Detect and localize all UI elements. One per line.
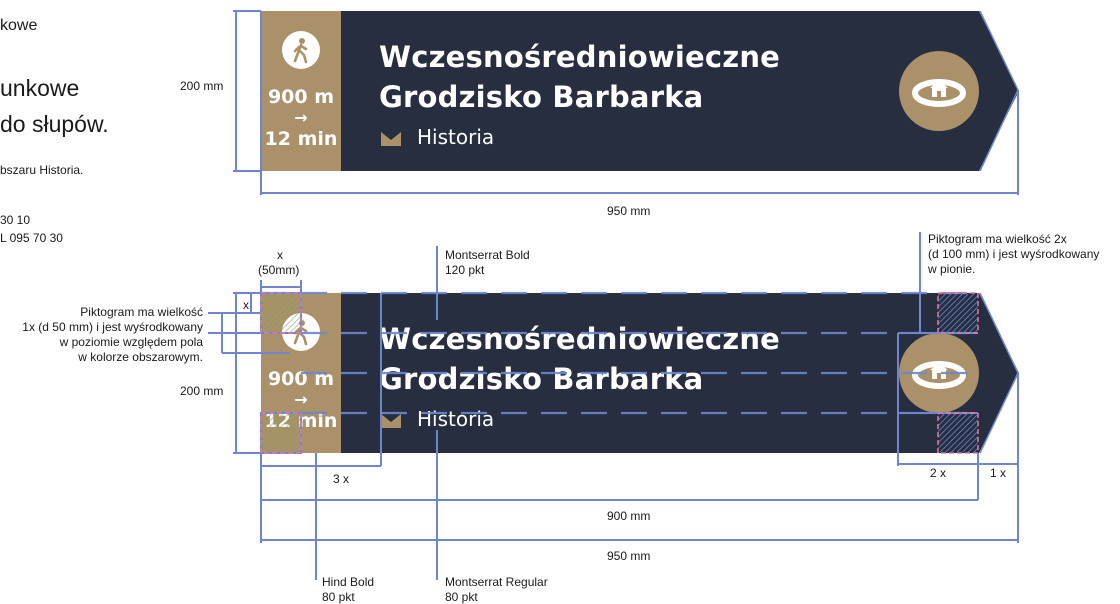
pict-small-note-1: Piktogram ma wielkość	[80, 305, 203, 319]
font-dist-size: 80 pkt	[322, 590, 355, 604]
font-title-size: 120 pkt	[445, 263, 485, 277]
height-label-bottom: 200 mm	[180, 384, 224, 398]
x-label: x	[277, 248, 283, 262]
font-cat-name: Montserrat Regular	[445, 575, 548, 589]
height-label-top: 200 mm	[180, 79, 224, 93]
width-label-900: 900 mm	[607, 509, 651, 523]
margin-square-br	[938, 413, 978, 452]
two-x-label: 2 x	[930, 466, 947, 480]
font-cat-size: 80 pkt	[445, 590, 478, 604]
width-label-950: 950 mm	[607, 549, 651, 563]
x-size-label: (50mm)	[258, 263, 300, 277]
margin-square-bl	[262, 414, 300, 452]
pict-small-note-3: w poziomie względem pola	[59, 335, 203, 349]
margin-square-tr	[938, 294, 978, 333]
font-title-name: Montserrat Bold	[445, 248, 530, 262]
pict-big-note-1: Piktogram ma wielkość 2x	[928, 232, 1067, 246]
pict-small-note-2: 1x (d 50 mm) i jest wyśrodkowany	[22, 320, 203, 334]
three-x-label: 3 x	[333, 472, 350, 486]
width-label-top: 950 mm	[607, 204, 651, 218]
x-small-label: x	[243, 298, 249, 312]
one-x-label: 1 x	[990, 466, 1007, 480]
pict-big-note-3: w pionie.	[928, 262, 976, 276]
font-dist-name: Hind Bold	[322, 575, 375, 589]
dimension-guides	[208, 10, 1019, 580]
pict-small-note-4: w kolorze obszarowym.	[78, 350, 203, 364]
margin-square-tl	[262, 294, 300, 332]
pict-big-note-2: (d 100 mm) i jest wyśrodkowany	[928, 247, 1100, 261]
